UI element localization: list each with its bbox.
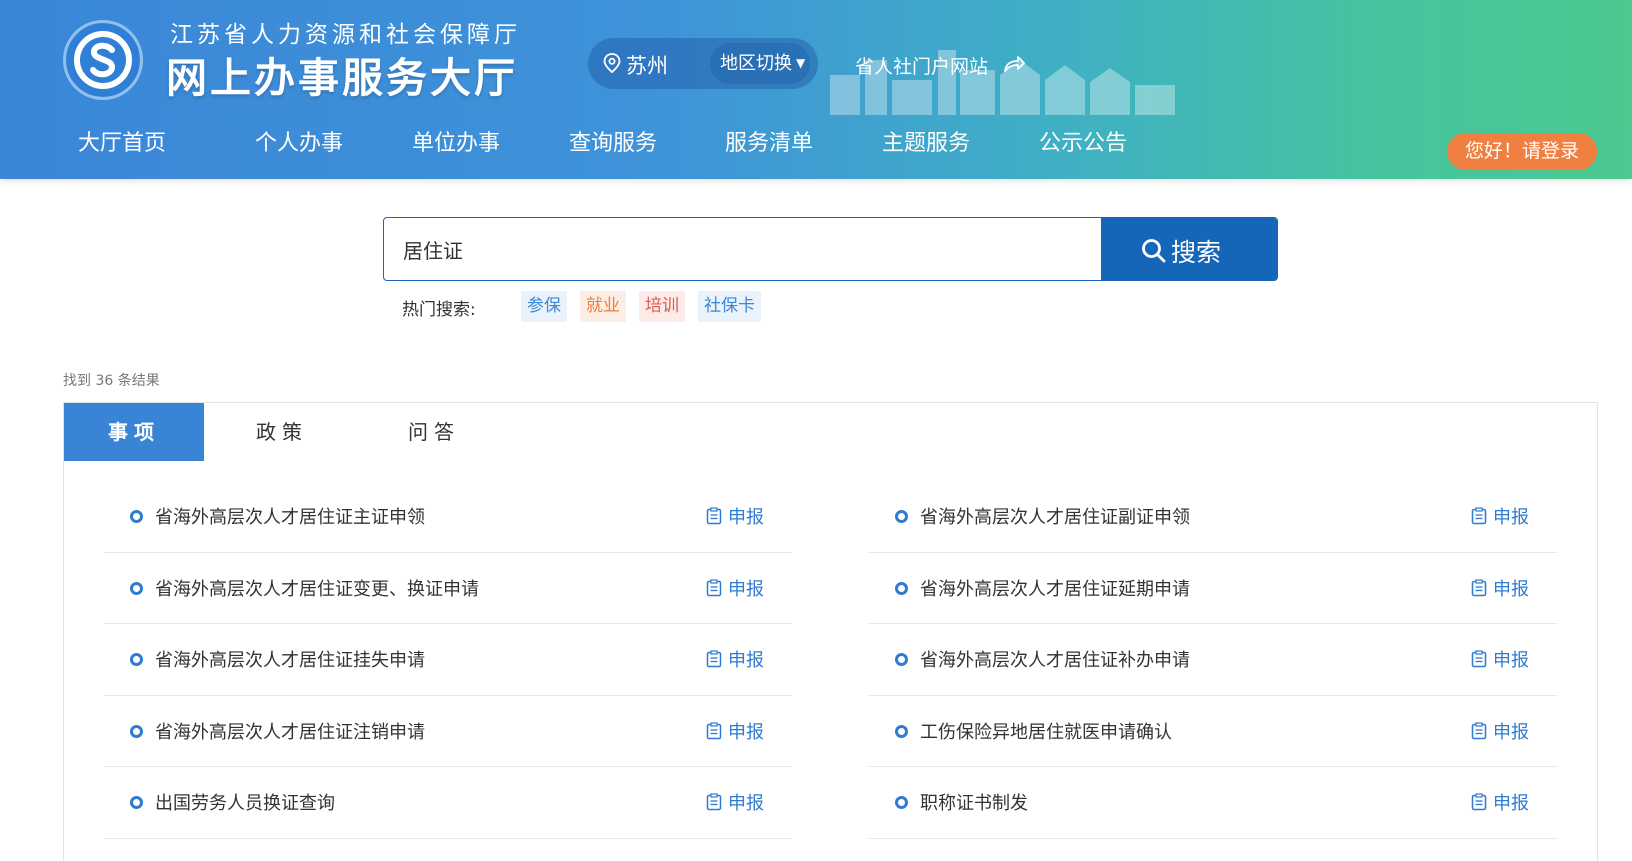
bullet-icon: [895, 581, 908, 595]
region-selector: 苏州 地区切换 ▼: [588, 38, 818, 89]
site-logo[interactable]: [63, 20, 143, 100]
result-row[interactable]: 省海外高层次人才居住证变更、换证申请 申报: [104, 553, 792, 624]
form-icon: [1471, 507, 1487, 525]
form-icon: [706, 578, 722, 596]
bullet-icon: [895, 510, 908, 523]
apply-button[interactable]: 申报: [706, 646, 772, 672]
bullet-icon: [130, 724, 143, 738]
form-icon: [706, 793, 722, 811]
nav-item-notice[interactable]: 公示公告: [1039, 125, 1127, 157]
results-left-column: 省海外高层次人才居住证主证申领 申报 省海外高层次人才居住证变更、换证申请 申报…: [104, 481, 792, 839]
bullet-icon: [130, 581, 143, 595]
region-switch-button[interactable]: 地区切换 ▼: [710, 43, 810, 84]
bullet-icon: [895, 796, 908, 809]
result-row[interactable]: 省海外高层次人才居住证延期申请 申报: [869, 553, 1557, 624]
apply-button[interactable]: 申报: [706, 575, 772, 601]
result-row[interactable]: 省海外高层次人才居住证副证申领 申报: [869, 481, 1557, 553]
result-title[interactable]: 省海外高层次人才居住证变更、换证申请: [155, 575, 479, 601]
hot-tag[interactable]: 培训: [639, 291, 685, 322]
search-button[interactable]: 搜索: [1101, 218, 1277, 280]
region-switch-label: 地区切换: [720, 53, 792, 74]
apply-button[interactable]: 申报: [1471, 503, 1537, 529]
tab-policy[interactable]: 政策: [212, 403, 352, 461]
hot-tag[interactable]: 就业: [580, 291, 626, 322]
result-row[interactable]: 省海外高层次人才居住证补办申请 申报: [869, 624, 1557, 696]
result-row[interactable]: 职称证书制发 申报: [869, 767, 1557, 839]
result-title[interactable]: 省海外高层次人才居住证延期申请: [920, 575, 1190, 601]
result-title[interactable]: 省海外高层次人才居住证注销申请: [155, 718, 425, 744]
results-panel: 事项 政策 问答 省海外高层次人才居住证主证申领 申报 省海外高层次人才居住证变…: [63, 402, 1598, 861]
result-row[interactable]: 省海外高层次人才居住证挂失申请 申报: [104, 624, 792, 696]
result-row[interactable]: 出国劳务人员换证查询 申报: [104, 767, 792, 839]
bullet-icon: [130, 653, 143, 666]
apply-button[interactable]: 申报: [1471, 718, 1537, 744]
apply-label: 申报: [1493, 507, 1529, 528]
form-icon: [1471, 721, 1487, 739]
caret-down-icon: ▼: [796, 56, 806, 70]
apply-button[interactable]: 申报: [706, 718, 772, 744]
result-title[interactable]: 省海外高层次人才居住证副证申领: [920, 503, 1190, 529]
form-icon: [706, 721, 722, 739]
result-title[interactable]: 工伤保险异地居住就医申请确认: [920, 718, 1172, 744]
hot-search-label: 热门搜索:: [402, 300, 476, 320]
apply-button[interactable]: 申报: [1471, 789, 1537, 815]
result-title[interactable]: 出国劳务人员换证查询: [155, 789, 335, 815]
search-icon: [1142, 239, 1166, 263]
apply-label: 申报: [728, 578, 764, 600]
apply-label: 申报: [728, 721, 764, 743]
form-icon: [706, 507, 722, 525]
form-icon: [1471, 650, 1487, 668]
form-icon: [706, 650, 722, 668]
search-button-label: 搜索: [1171, 238, 1222, 267]
share-arrow-icon[interactable]: [1003, 55, 1025, 73]
apply-label: 申报: [728, 650, 764, 671]
form-icon: [1471, 578, 1487, 596]
hot-tag[interactable]: 参保: [521, 291, 567, 322]
result-row[interactable]: 工伤保险异地居住就医申请确认 申报: [869, 696, 1557, 767]
map-pin-icon: [603, 53, 621, 73]
tab-items[interactable]: 事项: [64, 403, 204, 461]
nav-item-service-list[interactable]: 服务清单: [725, 125, 813, 157]
result-row[interactable]: 省海外高层次人才居住证注销申请 申报: [104, 696, 792, 767]
nav-item-personal[interactable]: 个人办事: [255, 125, 343, 157]
bullet-icon: [130, 796, 143, 809]
hot-tag[interactable]: 社保卡: [698, 291, 761, 322]
result-row[interactable]: 省海外高层次人才居住证主证申领 申报: [104, 481, 792, 553]
apply-button[interactable]: 申报: [1471, 646, 1537, 672]
apply-label: 申报: [1493, 578, 1529, 600]
nav-item-theme[interactable]: 主题服务: [882, 125, 970, 157]
result-title[interactable]: 省海外高层次人才居住证补办申请: [920, 646, 1190, 672]
apply-label: 申报: [1493, 793, 1529, 814]
tab-qa[interactable]: 问答: [364, 403, 504, 461]
nav-item-query[interactable]: 查询服务: [569, 125, 657, 157]
bullet-icon: [130, 510, 143, 523]
result-title[interactable]: 职称证书制发: [920, 789, 1028, 815]
site-header: 江苏省人力资源和社会保障厅 网上办事服务大厅 苏州 地区切换 ▼ 省人社门户网站 …: [0, 0, 1632, 179]
bullet-icon: [895, 653, 908, 666]
bullet-icon: [895, 724, 908, 738]
nav-item-employer[interactable]: 单位办事: [412, 125, 500, 157]
apply-label: 申报: [728, 793, 764, 814]
search-input[interactable]: [384, 218, 1101, 280]
result-title[interactable]: 省海外高层次人才居住证主证申领: [155, 503, 425, 529]
current-city: 苏州: [626, 54, 668, 78]
apply-label: 申报: [728, 507, 764, 528]
apply-label: 申报: [1493, 650, 1529, 671]
form-icon: [1471, 793, 1487, 811]
nav-item-home[interactable]: 大厅首页: [78, 125, 166, 157]
result-title[interactable]: 省海外高层次人才居住证挂失申请: [155, 646, 425, 672]
apply-button[interactable]: 申报: [706, 503, 772, 529]
login-button[interactable]: 您好！请登录: [1447, 133, 1597, 170]
apply-button[interactable]: 申报: [1471, 575, 1537, 601]
apply-button[interactable]: 申报: [706, 789, 772, 815]
search-bar: 搜索: [383, 217, 1278, 281]
portal-link[interactable]: 省人社门户网站: [855, 52, 988, 79]
site-title: 网上办事服务大厅: [166, 54, 518, 102]
results-right-column: 省海外高层次人才居住证副证申领 申报 省海外高层次人才居住证延期申请 申报 省海…: [869, 481, 1557, 839]
result-count: 找到 36 条结果: [63, 373, 160, 389]
apply-label: 申报: [1493, 721, 1529, 743]
main-nav: 大厅首页 个人办事 单位办事 查询服务 服务清单 主题服务 公示公告: [0, 125, 1200, 165]
